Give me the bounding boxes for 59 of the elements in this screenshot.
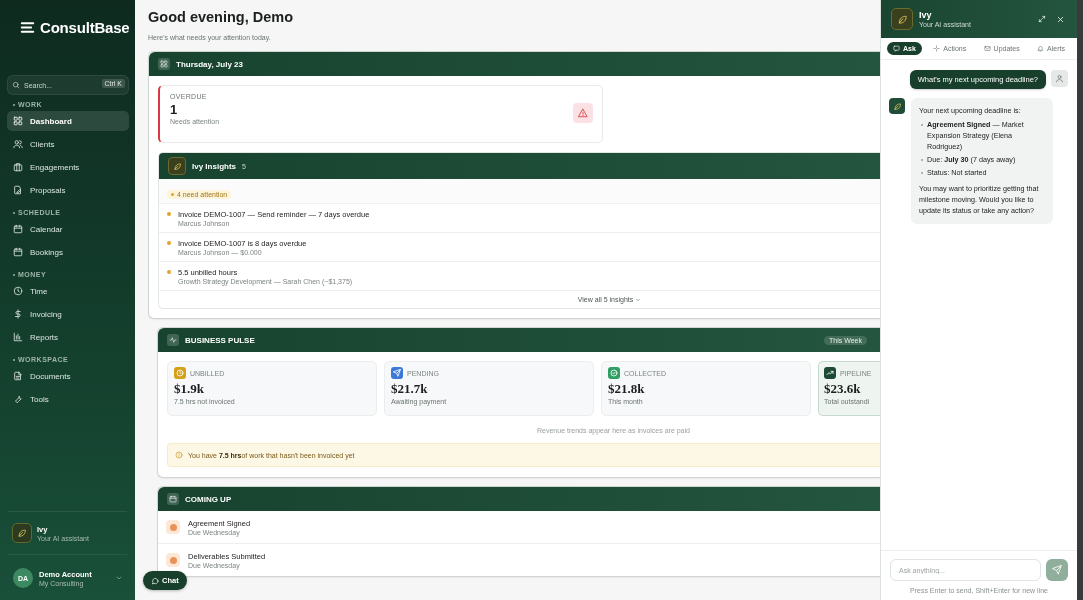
mail-icon [983,45,991,52]
stat-value: $21.8k [608,381,645,397]
grid-icon [160,60,168,68]
nav-item[interactable]: Engagements [7,157,129,177]
leaf-icon [172,161,182,171]
nav-item[interactable]: Bookings [7,242,129,262]
close-icon [1056,14,1065,24]
briefcase-icon [13,162,23,172]
calendar-icon [13,224,23,234]
bar-chart-icon [13,332,23,342]
nav-item[interactable]: Reports [7,327,129,347]
dollar-icon [13,309,23,319]
status-dot [167,241,171,245]
nav-item[interactable]: Documents [7,366,129,386]
stat-value: 1 [170,102,178,117]
nav-item[interactable]: Clients [7,134,129,154]
nav-item[interactable]: Invoicing [7,304,129,324]
chat-bubble-icon [151,576,159,585]
document-edit-icon [13,185,23,195]
app-logo-text: ConsultBase [40,18,130,36]
status-dot [167,212,171,216]
info-icon [175,451,183,459]
nav-item[interactable]: Tools [7,389,129,409]
chevron-down-icon [115,574,123,582]
warning-icon [578,108,588,118]
sparkle-icon [933,45,941,52]
dashboard-grid-icon [13,116,23,126]
expand-icon [1038,15,1046,23]
stat-value: $21.7k [391,381,428,397]
nav-item[interactable]: Dashboard [7,111,129,131]
clock-icon [13,286,23,296]
pulse-icon [169,336,177,344]
page-title: Good evening, Demo [148,9,293,25]
nav-item[interactable]: Time [7,281,129,301]
insights-title: Ivy Insights [192,161,236,171]
nav-item[interactable]: Proposals [7,180,129,200]
search-icon [12,81,20,89]
bell-icon [1037,45,1045,52]
leaf-icon [896,13,908,25]
section-title: BUSINESS PULSE [185,335,255,345]
expand-button[interactable] [1036,13,1048,25]
calendar-icon [13,247,23,257]
status-dot [167,270,171,274]
nav-item[interactable]: Calendar [7,219,129,239]
leaf-icon [17,528,27,538]
section-title: COMING UP [185,494,232,504]
calendar-icon [169,495,177,503]
milestone-icon [166,520,180,534]
message-icon [893,45,900,52]
stat-value: $1.9k [174,381,204,397]
people-icon [13,139,23,149]
milestone-icon [166,553,180,567]
date-heading: Thursday, July 23 [176,59,243,69]
send-icon [1052,565,1062,575]
user-icon [1055,74,1064,83]
document-icon [13,371,23,381]
stat-value: $23.6k [824,381,861,397]
chevron-down-icon [635,296,642,303]
assistant-name: Ivy [919,10,933,20]
